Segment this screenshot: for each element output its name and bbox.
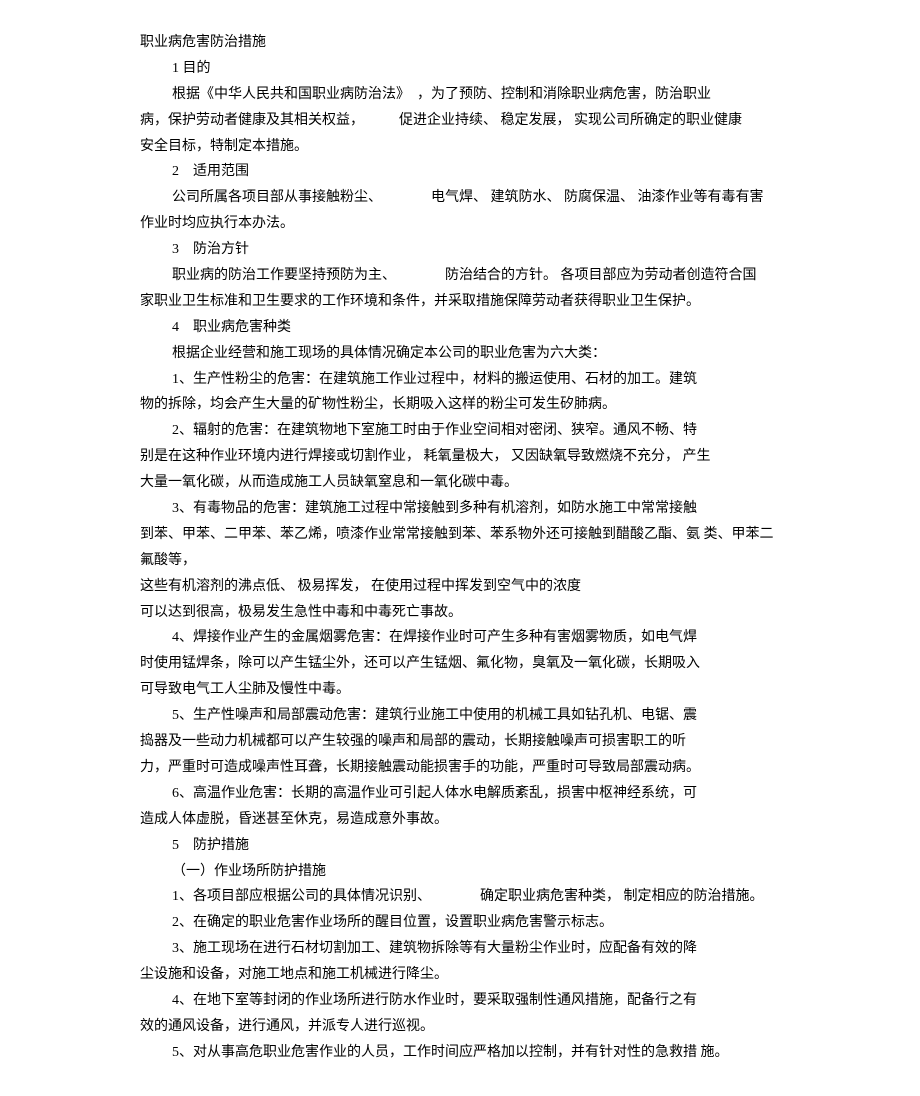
section-4-item4c: 可导致电气工人尘肺及慢性中毒。	[140, 677, 780, 703]
section-1-p2: 病，保护劳动者健康及其相关权益， 促进企业持续、 稳定发展， 实现公司所确定的职…	[140, 108, 780, 134]
section-1-head: 1 目的	[140, 56, 780, 82]
section-4-item5c: 力，严重时可造成噪声性耳聋，长期接触震动能损害手的功能，严重时可导致局部震动病。	[140, 755, 780, 781]
section-4-item2c: 大量一氧化碳，从而造成施工人员缺氧窒息和一氧化碳中毒。	[140, 470, 780, 496]
section-4-intro: 根据企业经营和施工现场的具体情况确定本公司的职业危害为六大类：	[140, 341, 780, 367]
section-5-sub: （一）作业场所防护措施	[140, 859, 780, 885]
section-2-head: 2 适用范围	[140, 159, 780, 185]
section-4-item3a: 3、有毒物品的危害：建筑施工过程中常接触到多种有机溶剂，如防水施工中常常接触	[140, 496, 780, 522]
section-3-p1: 职业病的防治工作要坚持预防为主、 防治结合的方针。 各项目部应为劳动者创造符合国	[140, 263, 780, 289]
section-4-item6a: 6、高温作业危害：长期的高温作业可引起人体水电解质紊乱，损害中枢神经系统，可	[140, 781, 780, 807]
section-4-item1b: 物的拆除，均会产生大量的矿物性粉尘，长期吸入这样的粉尘可发生矽肺病。	[140, 392, 780, 418]
section-4-item6b: 造成人体虚脱，昏迷甚至休克，易造成意外事故。	[140, 807, 780, 833]
section-4-item5b: 捣器及一些动力机械都可以产生较强的噪声和局部的震动，长期接触噪声可损害职工的听	[140, 729, 780, 755]
section-5-item1: 1、各项目部应根据公司的具体情况识别、 确定职业病危害种类， 制定相应的防治措施…	[140, 884, 780, 910]
section-4-item2b: 别是在这种作业环境内进行焊接或切割作业， 耗氧量极大， 又因缺氧导致燃烧不充分，…	[140, 444, 780, 470]
section-1-p3: 安全目标，特制定本措施。	[140, 134, 780, 160]
section-5-item5: 5、对从事高危职业危害作业的人员，工作时间应严格加以控制，并有针对性的急救措 施…	[140, 1040, 780, 1066]
section-4-item1a: 1、生产性粉尘的危害：在建筑施工作业过程中，材料的搬运使用、石材的加工。建筑	[140, 367, 780, 393]
section-3-p2: 家职业卫生标准和卫生要求的工作环境和条件，并采取措施保障劳动者获得职业卫生保护。	[140, 289, 780, 315]
section-5-item3b: 尘设施和设备，对施工地点和施工机械进行降尘。	[140, 962, 780, 988]
section-4-head: 4 职业病危害种类	[140, 315, 780, 341]
section-4-item4b: 时使用锰焊条，除可以产生锰尘外，还可以产生锰烟、氟化物，臭氧及一氧化碳，长期吸入	[140, 651, 780, 677]
section-1-p1: 根据《中华人民共和国职业病防治法》 ，为了预防、控制和消除职业病危害，防治职业	[140, 82, 780, 108]
section-4-item3c: 这些有机溶剂的沸点低、 极易挥发， 在使用过程中挥发到空气中的浓度	[140, 574, 780, 600]
section-5-item2: 2、在确定的职业危害作业场所的醒目位置，设置职业病危害警示标志。	[140, 910, 780, 936]
section-2-p2: 作业时均应执行本办法。	[140, 211, 780, 237]
section-4-item4a: 4、焊接作业产生的金属烟雾危害：在焊接作业时可产生多种有害烟雾物质，如电气焊	[140, 625, 780, 651]
section-5-item4a: 4、在地下室等封闭的作业场所进行防水作业时，要采取强制性通风措施，配备行之有	[140, 988, 780, 1014]
section-3-head: 3 防治方针	[140, 237, 780, 263]
section-5-item4b: 效的通风设备，进行通风，并派专人进行巡视。	[140, 1014, 780, 1040]
section-5-head: 5 防护措施	[140, 833, 780, 859]
section-2-p1: 公司所属各项目部从事接触粉尘、 电气焊、 建筑防水、 防腐保温、 油漆作业等有毒…	[140, 185, 780, 211]
document-title: 职业病危害防治措施	[140, 30, 780, 56]
section-4-item5a: 5、生产性噪声和局部震动危害：建筑行业施工中使用的机械工具如钻孔机、电锯、震	[140, 703, 780, 729]
section-4-item3b: 到苯、甲苯、二甲苯、苯乙烯，喷漆作业常常接触到苯、苯系物外还可接触到醋酸乙酯、氨…	[140, 522, 780, 574]
section-4-item3d: 可以达到很高，极易发生急性中毒和中毒死亡事故。	[140, 600, 780, 626]
section-4-item2a: 2、辐射的危害：在建筑物地下室施工时由于作业空间相对密闭、狭窄。通风不畅、特	[140, 418, 780, 444]
section-5-item3a: 3、施工现场在进行石材切割加工、建筑物拆除等有大量粉尘作业时，应配备有效的降	[140, 936, 780, 962]
